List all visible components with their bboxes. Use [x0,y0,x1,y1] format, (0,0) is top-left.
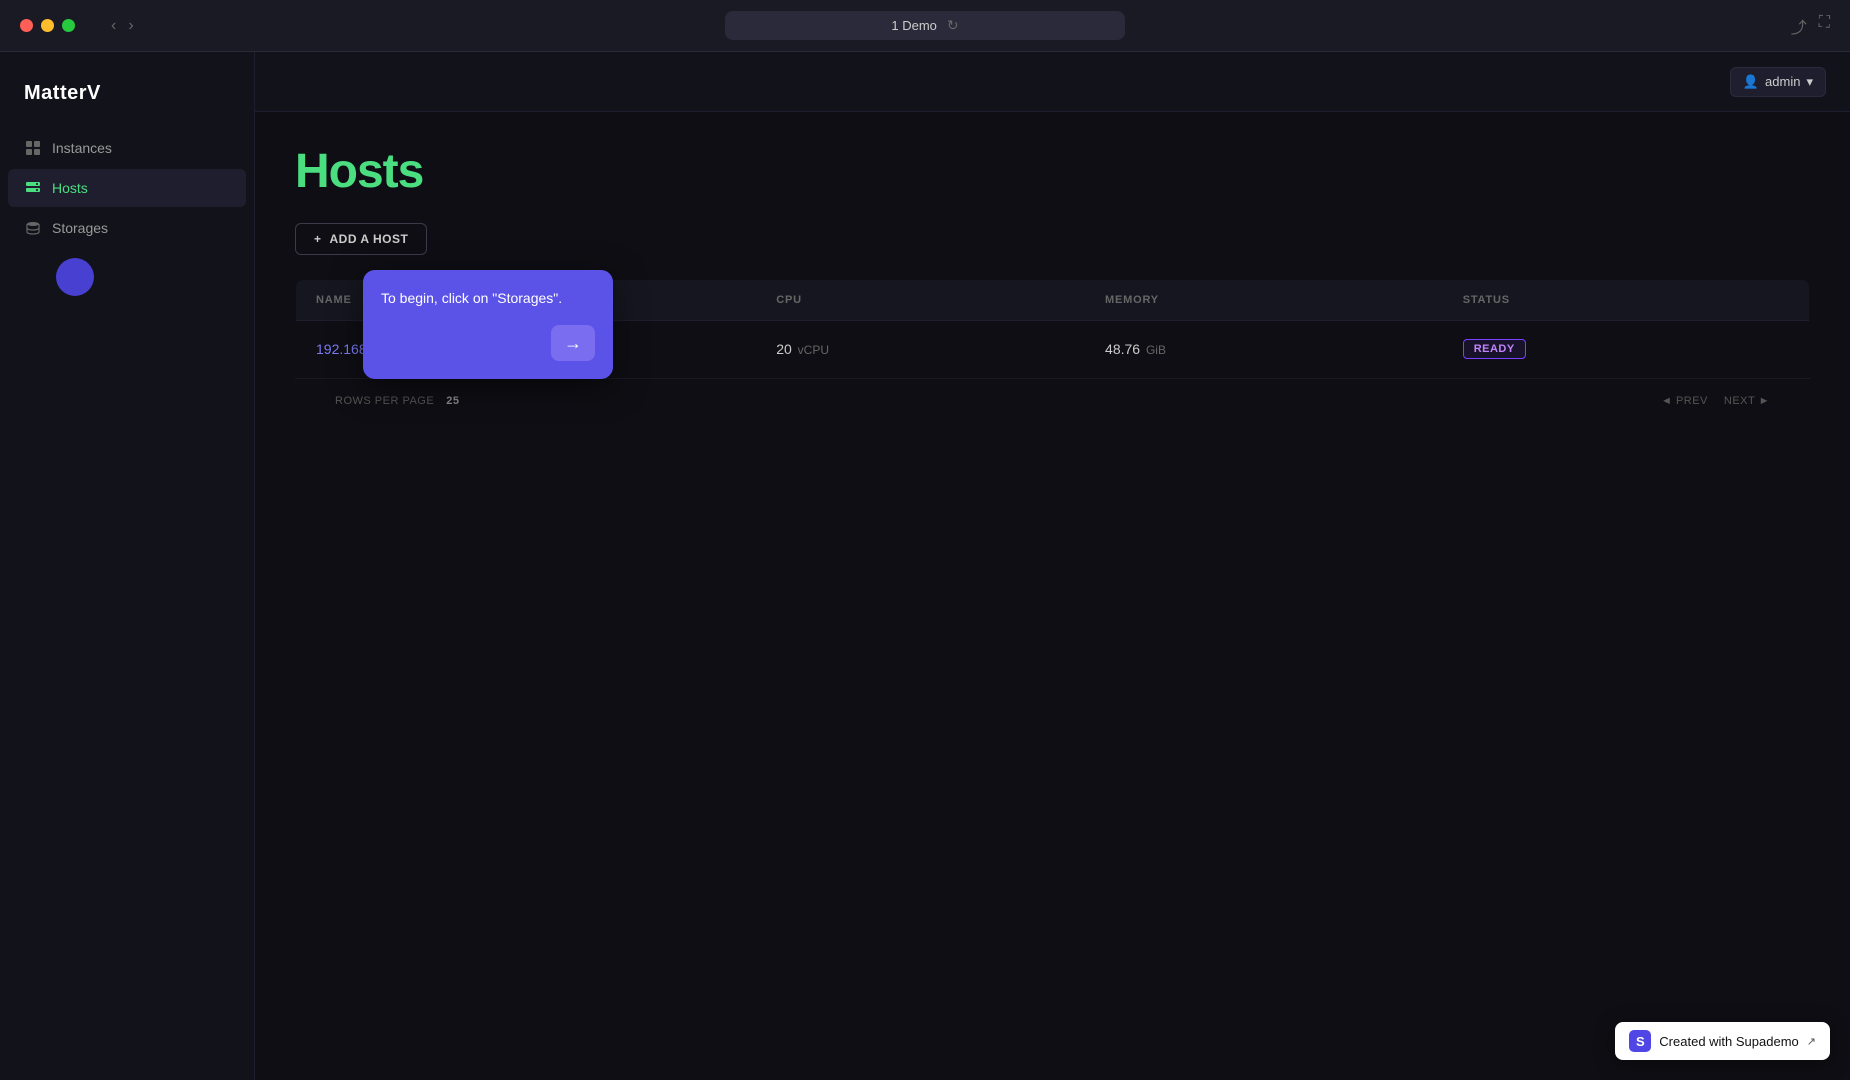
reload-button[interactable]: ↻ [947,17,959,34]
content-area: To begin, click on "Storages". → Hosts +… [255,112,1850,1080]
close-button[interactable] [20,19,33,32]
supademo-label: Created with Supademo [1659,1034,1798,1049]
app-logo: MatterV [0,72,254,129]
share-icon[interactable]: ⤴ [1791,14,1807,38]
col-memory: MEMORY [1085,280,1443,321]
storages-icon [24,219,42,237]
nav-arrows: ‹ › [111,17,134,35]
url-text: 1 Demo [891,18,937,33]
back-arrow[interactable]: ‹ [111,17,116,35]
storages-label: Storages [52,220,108,236]
page-title: Hosts [295,144,1810,199]
next-button[interactable]: NEXT ► [1724,395,1770,407]
maximize-button[interactable] [62,19,75,32]
supademo-arrow-icon: ↗ [1807,1035,1816,1048]
admin-button[interactable]: 👤 admin ▾ [1730,67,1826,97]
add-host-label: ADD A HOST [330,232,409,246]
rows-per-page-value: 25 [446,395,459,407]
sidebar-nav: Instances Hosts [0,129,254,247]
admin-chevron: ▾ [1806,74,1813,90]
minimize-button[interactable] [41,19,54,32]
tooltip-popover: To begin, click on "Storages". → [363,270,613,379]
address-bar[interactable]: 1 Demo ↻ [725,11,1125,40]
add-host-plus-icon: + [314,232,322,246]
cell-status: READY [1443,321,1810,378]
titlebar: ‹ › 1 Demo ↻ ⤴ ⛶ [0,0,1850,52]
sidebar-item-storages[interactable]: Storages [8,209,246,247]
pagination: ◄ PREV NEXT ► [1661,395,1770,407]
cpu-unit: vCPU [798,343,829,357]
titlebar-actions: ⤴ ⛶ [1791,14,1830,38]
cell-cpu: 20 vCPU [756,321,1085,378]
sidebar-item-hosts[interactable]: Hosts [8,169,246,207]
hosts-label: Hosts [52,180,88,196]
prev-button[interactable]: ◄ PREV [1661,395,1708,407]
instances-label: Instances [52,140,112,156]
cell-memory: 48.76 GiB [1085,321,1443,378]
table-footer: ROWS PER PAGE 25 ◄ PREV NEXT ► [295,378,1810,423]
hosts-icon [24,179,42,197]
rows-per-page-label: ROWS PER PAGE [335,395,434,407]
main-content: 👤 admin ▾ To begin, click on "Storages".… [255,52,1850,1080]
window-controls [20,19,75,32]
header-bar: 👤 admin ▾ [255,52,1850,112]
memory-value: 48.76 [1105,341,1140,357]
memory-unit: GiB [1146,343,1166,357]
app-container: MatterV Instances [0,52,1850,1080]
status-badge: READY [1463,339,1526,359]
fullscreen-icon[interactable]: ⛶ [1819,14,1830,38]
supademo-s-icon: S [1629,1030,1651,1052]
highlight-circle [56,258,94,296]
col-status: STATUS [1443,280,1810,321]
instances-icon [24,139,42,157]
admin-icon: 👤 [1743,74,1759,90]
sidebar: MatterV Instances [0,52,255,1080]
add-host-button[interactable]: + ADD A HOST [295,223,427,255]
forward-arrow[interactable]: › [128,17,133,35]
sidebar-item-instances[interactable]: Instances [8,129,246,167]
tooltip-next-button[interactable]: → [551,325,595,361]
supademo-badge[interactable]: S Created with Supademo ↗ [1615,1022,1830,1060]
cpu-value: 20 [776,341,792,357]
admin-label: admin [1765,74,1800,89]
tooltip-message: To begin, click on "Storages". [381,288,595,309]
col-cpu: CPU [756,280,1085,321]
